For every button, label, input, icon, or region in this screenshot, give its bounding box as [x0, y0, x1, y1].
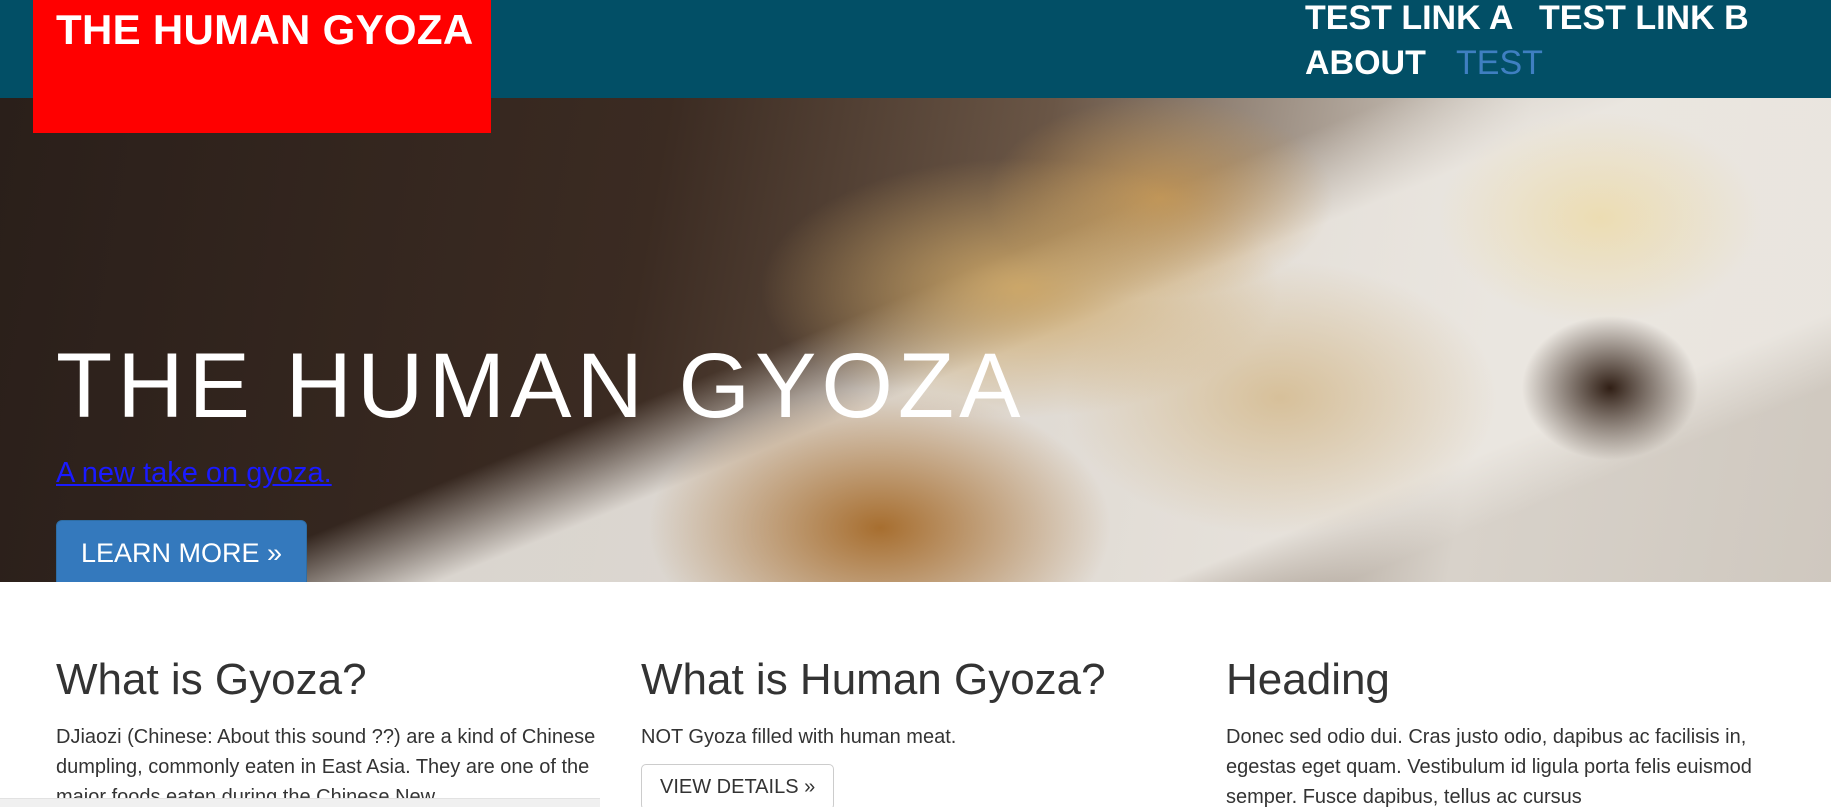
column-what-is-gyoza: What is Gyoza? DJiaozi (Chinese: About t…	[56, 655, 596, 807]
nav-link-test[interactable]: TEST	[1456, 44, 1543, 83]
learn-more-button[interactable]: LEARN MORE »	[56, 520, 307, 582]
brand-name[interactable]: THE HUMAN GYOZA	[56, 6, 474, 54]
horizontal-scrollbar[interactable]	[0, 798, 600, 807]
column-heading: What is Human Gyoza?	[641, 655, 1106, 704]
hero-title: THE HUMAN GYOZA	[56, 335, 1026, 437]
hero-subtitle-link[interactable]: A new take on gyoza.	[56, 457, 332, 490]
column-what-is-human-gyoza: What is Human Gyoza? NOT Gyoza filled wi…	[641, 655, 1181, 807]
column-body: DJiaozi (Chinese: About this sound ??) a…	[56, 726, 596, 807]
nav-link-about[interactable]: ABOUT	[1305, 44, 1426, 83]
column-heading: What is Gyoza?	[56, 655, 367, 704]
column-heading: Heading	[1226, 655, 1390, 704]
column-body: NOT Gyoza filled with human meat.	[641, 726, 957, 748]
nav-link-test-link-a[interactable]: TEST LINK A	[1305, 0, 1513, 38]
column-body: Donec sed odio dui. Cras justo odio, dap…	[1226, 726, 1752, 807]
view-details-button[interactable]: VIEW DETAILS »	[641, 764, 835, 807]
hero-banner: THE HUMAN GYOZA A new take on gyoza. LEA…	[0, 98, 1831, 582]
column-heading-lorem: Heading Donec sed odio dui. Cras justo o…	[1226, 655, 1766, 807]
nav-link-test-link-b[interactable]: TEST LINK B	[1539, 0, 1749, 38]
brand-logo-box[interactable]: THE HUMAN GYOZA	[33, 0, 491, 133]
